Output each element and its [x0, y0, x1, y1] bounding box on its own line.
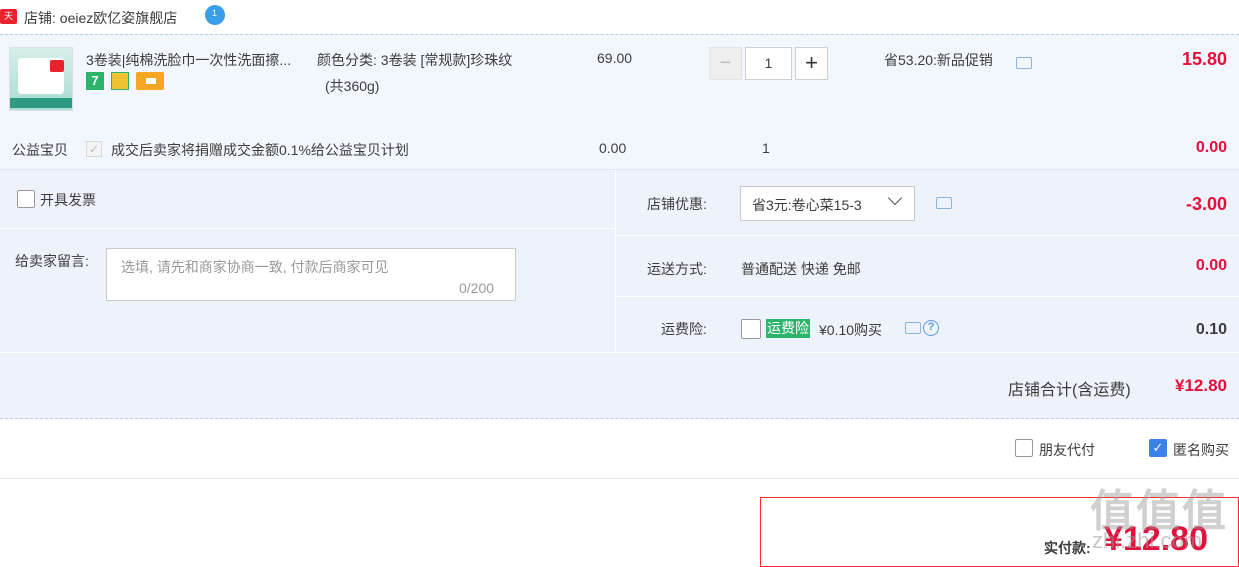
watermark-url: zhi.zhi.com — [1092, 528, 1203, 553]
promo-text: 省53.20:新品促销 — [884, 52, 993, 68]
charity-label: 公益宝贝 — [12, 142, 68, 158]
sku-info-weight: (共360g) — [325, 78, 380, 94]
invoice-checkbox[interactable] — [17, 190, 35, 208]
shipping-amount: 0.00 — [1195, 257, 1227, 274]
pay-label: 实付款: — [1044, 540, 1091, 556]
insurance-label: 运费险: — [661, 321, 707, 337]
guarantee-icon[interactable] — [111, 72, 129, 90]
store-header — [0, 0, 1239, 33]
charity-price: 0.00 — [599, 140, 627, 156]
product-title-link[interactable]: 3卷装|纯棉洗脸巾一次性洗面擦... — [86, 50, 291, 70]
charity-checkbox: ✓ — [86, 141, 102, 157]
invoice-label[interactable]: 开具发票 — [40, 190, 96, 210]
friend-pay-label[interactable]: 朋友代付 — [1039, 440, 1095, 460]
item-subtotal: 15.80 — [1181, 49, 1227, 69]
shop-discount-label: 店铺优惠: — [647, 196, 707, 212]
divider — [616, 235, 1239, 236]
insurance-price: ¥0.10购买 — [819, 322, 883, 338]
insurance-tag: 运费险 — [766, 319, 810, 338]
store-name-link[interactable]: 店铺: oeiez欧亿姿旗舰店 — [24, 8, 177, 28]
quantity-increase-button[interactable]: + — [795, 47, 828, 80]
shop-discount-value[interactable]: 省3元:卷心菜15-3 — [752, 195, 862, 215]
friend-pay-checkbox[interactable] — [1015, 439, 1033, 457]
promo-info-icon[interactable] — [1016, 52, 1032, 69]
product-image-strip — [10, 98, 72, 108]
chat-contact-icon[interactable] — [205, 5, 225, 25]
shipping-label: 运送方式: — [647, 261, 707, 277]
quantity-decrease-button[interactable]: − — [709, 47, 742, 80]
insurance-info-icon[interactable] — [905, 317, 921, 334]
insurance-checkbox[interactable] — [741, 319, 761, 339]
charity-subtotal: 0.00 — [1195, 139, 1227, 156]
charity-text: 成交后卖家将捐赠成交金额0.1%给公益宝贝计划 — [111, 142, 409, 158]
charity-quantity: 1 — [762, 140, 770, 156]
shop-discount-amount: -3.00 — [1185, 194, 1227, 214]
product-image-tag — [50, 60, 64, 72]
seller-memo-placeholder: 选填, 请先和商家协商一致, 付款后商家可见 — [121, 259, 389, 275]
seven-day-return-icon[interactable]: 7 — [86, 72, 104, 90]
anonymous-checkbox[interactable]: ✓ — [1149, 439, 1167, 457]
divider — [616, 296, 1239, 297]
help-icon[interactable]: ? — [923, 320, 939, 336]
credit-card-icon[interactable] — [136, 72, 164, 90]
tmall-badge: 天猫 — [0, 9, 17, 36]
divider — [0, 228, 615, 229]
insurance-amount: 0.10 — [1195, 321, 1227, 338]
memo-char-count: 0/200 — [459, 280, 495, 296]
store-total-amount: ¥12.80 — [1175, 376, 1227, 395]
divider — [0, 352, 1239, 353]
sku-info: 颜色分类: 3卷装 [常规款]珍珠纹 — [317, 52, 513, 68]
memo-label: 给卖家留言: — [15, 253, 89, 269]
store-total-label: 店铺合计(含运费) — [1008, 382, 1131, 399]
product-thumbnail[interactable] — [9, 47, 73, 111]
divider — [0, 478, 1239, 479]
quantity-input[interactable]: 1 — [745, 47, 792, 80]
divider — [615, 170, 616, 353]
anonymous-label[interactable]: 匿名购买 — [1173, 440, 1229, 460]
unit-price: 69.00 — [597, 50, 633, 66]
discount-info-icon[interactable] — [936, 192, 952, 209]
shipping-method: 普通配送 快递 免邮 — [741, 261, 861, 277]
